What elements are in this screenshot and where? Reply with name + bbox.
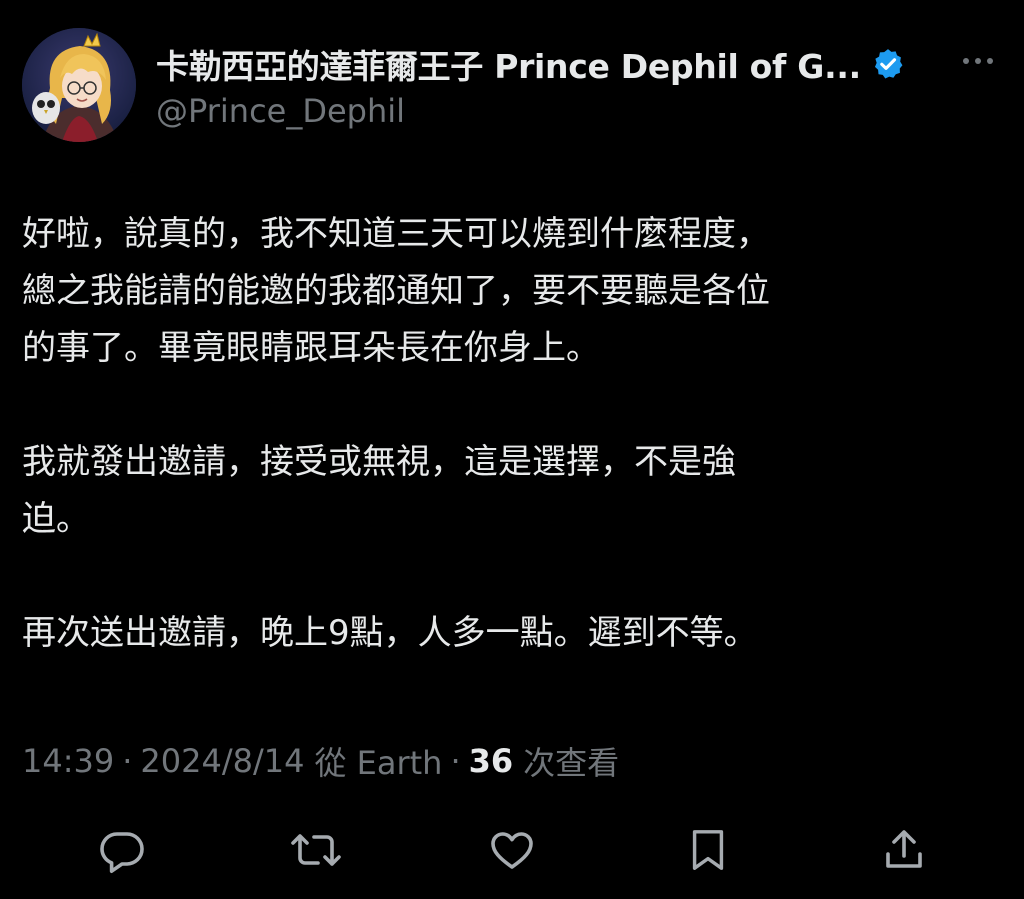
- views-count: 36: [468, 742, 514, 780]
- share-button[interactable]: [878, 824, 930, 876]
- more-options-button[interactable]: [958, 46, 998, 76]
- display-name[interactable]: 卡勒西亞的達菲爾王子 Prince Dephil of G...: [156, 40, 861, 88]
- anime-avatar-icon: [22, 28, 136, 142]
- tweet-paragraph: 再次送出邀請，晚上9點，人多一點。遲到不等。: [22, 613, 758, 653]
- meta-separator: ·: [122, 742, 133, 780]
- tweet-meta: 14:39 · 2024/8/14 從 Earth · 36 次查看: [22, 736, 619, 786]
- handle[interactable]: @Prince_Dephil: [156, 92, 936, 130]
- views-label: 次查看: [523, 744, 620, 782]
- avatar[interactable]: [22, 28, 136, 142]
- like-button[interactable]: [486, 824, 538, 876]
- verified-badge-icon: [871, 47, 905, 81]
- action-bar: [0, 820, 1024, 880]
- reply-button[interactable]: [96, 824, 148, 876]
- reply-icon: [100, 832, 144, 873]
- author-info: 卡勒西亞的達菲爾王子 Prince Dephil of G... @Prince…: [156, 40, 936, 130]
- ellipsis-icon: [963, 58, 993, 64]
- bookmark-button[interactable]: [682, 824, 734, 876]
- meta-separator: ·: [450, 742, 461, 780]
- heart-icon: [491, 832, 533, 869]
- tweet-paragraph: 我就發出邀請，接受或無視，這是選擇，不是強 迫。: [22, 442, 736, 539]
- tweet-paragraph: 好啦，說真的，我不知道三天可以燒到什麼程度， 總之我能請的能邀的我都通知了，要不…: [22, 214, 770, 368]
- tweet-location: 從 Earth: [314, 744, 443, 782]
- tweet-header: 卡勒西亞的達菲爾王子 Prince Dephil of G... @Prince…: [22, 28, 1002, 143]
- retweet-icon: [291, 834, 341, 866]
- tweet-date[interactable]: 2024/8/14: [140, 742, 304, 780]
- share-icon: [886, 830, 922, 868]
- tweet-time[interactable]: 14:39: [22, 742, 114, 780]
- bookmark-icon: [692, 830, 724, 870]
- retweet-button[interactable]: [290, 824, 342, 876]
- display-name-row: 卡勒西亞的達菲爾王子 Prince Dephil of G...: [156, 40, 936, 88]
- tweet-text: 好啦，說真的，我不知道三天可以燒到什麼程度， 總之我能請的能邀的我都通知了，要不…: [22, 206, 997, 719]
